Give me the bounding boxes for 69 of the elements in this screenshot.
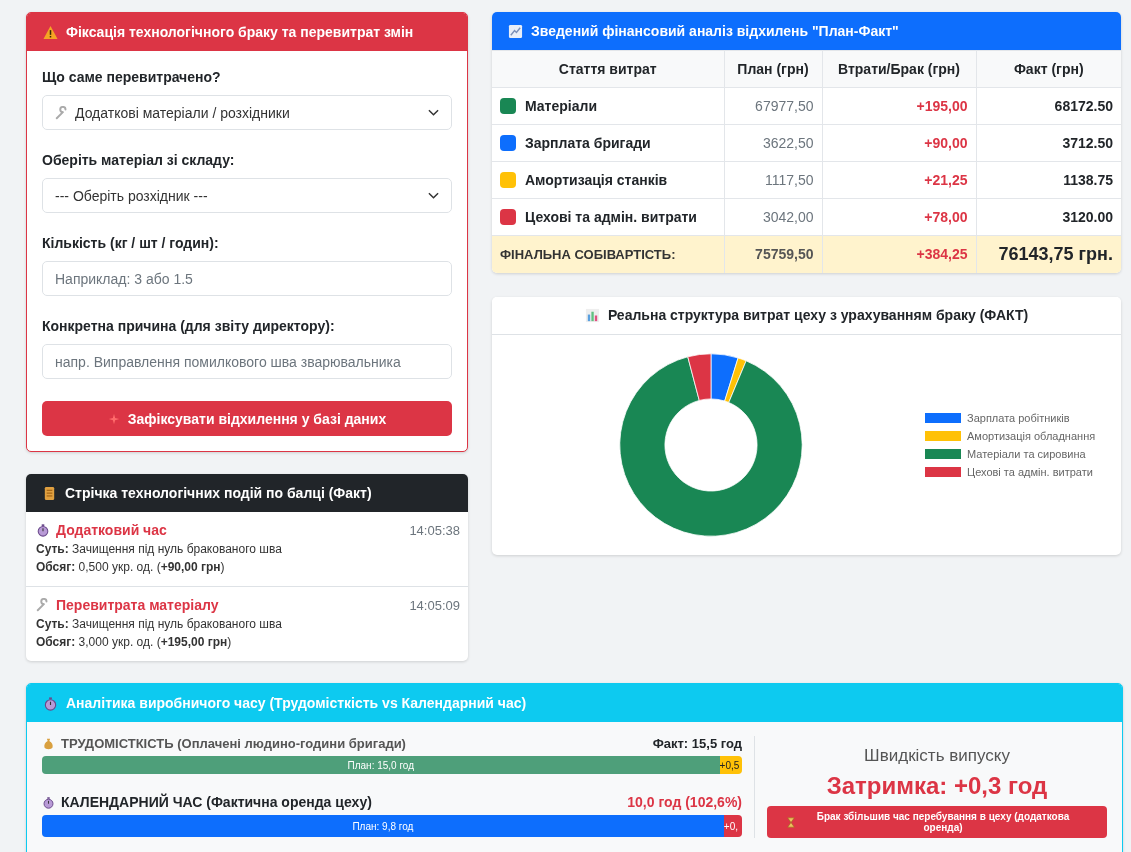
plan-bar: План: 15,0 год <box>42 756 720 774</box>
table-cell: 3042,00 <box>724 198 822 236</box>
card-title: Фіксація технологічного браку та перевитрат змін <box>66 24 414 40</box>
field-label: Кількість (кг / шт / годин): <box>42 235 220 251</box>
wrench-icon <box>36 598 50 612</box>
metric-reading: 10,0 год (102,6%) <box>627 794 742 810</box>
stopwatch-icon <box>42 795 55 809</box>
cost-item: Амортизація станків <box>525 172 668 188</box>
event-time: 14:05:38 <box>409 522 460 538</box>
table-cell: ФІНАЛЬНА СОБІВАРТІСТЬ: <box>492 235 724 273</box>
legend-label: Цехові та адмін. витрати <box>967 465 1093 478</box>
input-field[interactable]: Наприклад: 3 або 1.5 <box>42 261 452 296</box>
chevron-down-icon <box>428 191 439 200</box>
chevron-down-icon <box>428 108 439 117</box>
event-volume: Обсяг: 0,500 укр. од. (+90,00 грн) <box>36 560 226 574</box>
input-field[interactable]: напр. Виправлення помилкового шва зварювальника <box>42 344 452 379</box>
table-cell: 67977,50 <box>724 87 822 125</box>
speed-title: Швидкість випуску <box>864 746 1010 766</box>
event-title: Додатковий час <box>56 522 168 538</box>
table-cell: +384,25 <box>822 235 976 273</box>
cost-item: Зарплата бригади <box>525 135 651 151</box>
submit-button[interactable]: Зафіксувати відхилення у базі даних <box>42 401 452 436</box>
field-label: Конкретна причина (для звіту директору): <box>42 318 336 334</box>
table-cell: 76143,75 грн. <box>976 235 1121 273</box>
legend-label: Матеріали та сировина <box>967 447 1086 460</box>
hourglass-icon <box>787 816 795 828</box>
table-cell: +78,00 <box>822 198 976 236</box>
event-title: Перевитрата матеріалу <box>56 597 220 613</box>
metric-label: КАЛЕНДАРНИЙ ЧАС (Фактична оренда цеху) <box>61 794 373 810</box>
table-cell: 75759,50 <box>724 235 822 273</box>
overrun-bar: +0,5 <box>719 756 742 774</box>
column-header: Факт (грн) <box>976 50 1121 88</box>
line-chart-icon <box>508 23 523 39</box>
wrench-icon <box>55 105 69 120</box>
bar-chart-icon <box>584 307 600 323</box>
warning-icon <box>43 24 58 40</box>
field-label: Оберіть матеріал зі складу: <box>42 152 236 168</box>
column-header: План (грн) <box>724 50 822 88</box>
event-time: 14:05:09 <box>409 597 460 613</box>
stopwatch-icon <box>43 695 58 711</box>
stopwatch-icon <box>36 523 50 537</box>
event-essence: Суть: Зачищення під нуль бракованого шва <box>36 617 283 631</box>
table-cell: 1117,50 <box>724 161 822 199</box>
select-field[interactable]: Додаткові матеріали / розхідники <box>42 95 452 130</box>
card-title: Зведений фінансовий аналіз відхилень "План-Факт" <box>531 23 899 39</box>
metric-reading: Факт: 15,5 год <box>652 736 742 751</box>
column-header: Стаття витрат <box>492 50 724 88</box>
table-cell: +195,00 <box>822 87 976 125</box>
column-header: Втрати/Брак (грн) <box>822 50 976 88</box>
cost-item: Матеріали <box>525 98 597 114</box>
field-label: Що саме перевитрачено? <box>42 69 222 85</box>
legend-label: Зарплата робітників <box>967 411 1070 424</box>
metric-label: ТРУДОМІСТКІСТЬ (Оплачені людино-години бригади) <box>61 736 407 751</box>
scroll-icon <box>42 485 57 501</box>
card-title: Реальна структура витрат цеху з урахуванням браку (ФАКТ) <box>607 307 1029 323</box>
table-cell: 3622,50 <box>724 124 822 162</box>
card-title: Аналітика виробничого часу (Трудомісткість vs Календарний час) <box>66 695 527 711</box>
money-bag-icon <box>42 737 55 750</box>
alert-text: Брак збільшив час перебування в цеху (додаткова оренда) <box>815 811 1071 833</box>
cost-item: Цехові та адмін. витрати <box>525 209 697 225</box>
event-volume: Обсяг: 3,000 укр. од. (+195,00 грн) <box>36 635 233 649</box>
event-essence: Суть: Зачищення під нуль бракованого шва <box>36 542 283 556</box>
legend-label: Амортизація обладнання <box>967 429 1096 442</box>
select-field[interactable]: --- Оберіть розхідник --- <box>42 178 452 213</box>
delay-value: Затримка: +0,3 год <box>826 772 1048 800</box>
plan-bar: План: 9,8 год <box>42 815 724 837</box>
table-cell: +90,00 <box>822 124 976 162</box>
table-cell: +21,25 <box>822 161 976 199</box>
card-title: Стрічка технологічних подій по балці (Факт) <box>65 485 372 501</box>
